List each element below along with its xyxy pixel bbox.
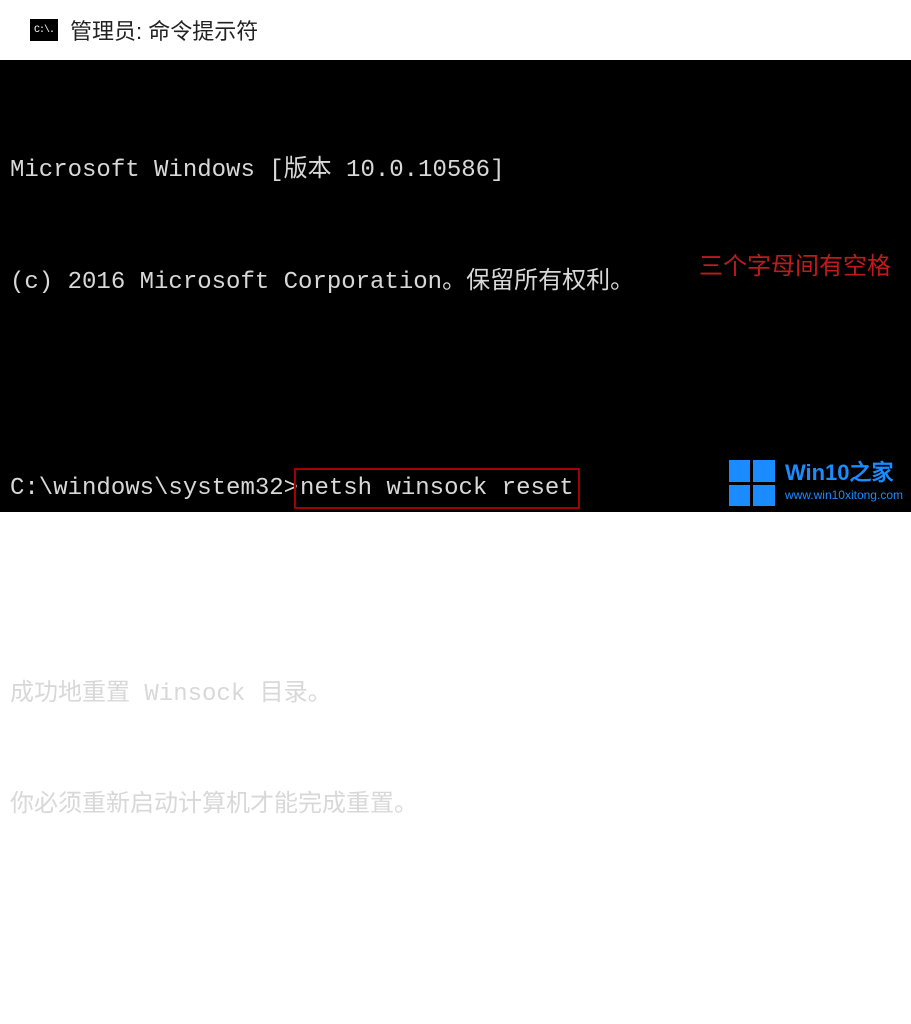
watermark: Win10之家 www.win10xitong.com	[729, 460, 903, 506]
result-line-2: 你必须重新启动计算机才能完成重置。	[10, 787, 901, 824]
watermark-url: www.win10xitong.com	[785, 486, 903, 505]
terminal-output[interactable]: Microsoft Windows [版本 10.0.10586] (c) 20…	[0, 60, 911, 512]
result-line-1: 成功地重置 Winsock 目录。	[10, 676, 901, 713]
command-text: netsh winsock reset	[300, 475, 574, 502]
banner-version: Microsoft Windows [版本 10.0.10586]	[10, 152, 901, 189]
cmd-icon: C:\.	[30, 19, 58, 41]
window-titlebar: C:\. 管理员: 命令提示符	[0, 0, 911, 60]
command-highlight: netsh winsock reset	[294, 468, 580, 509]
watermark-title: Win10之家	[785, 462, 903, 484]
windows-logo-icon	[729, 460, 775, 506]
prompt-path: C:\windows\system32>	[10, 475, 298, 502]
window-title: 管理员: 命令提示符	[70, 14, 258, 46]
annotation-text: 三个字母间有空格	[699, 248, 891, 285]
